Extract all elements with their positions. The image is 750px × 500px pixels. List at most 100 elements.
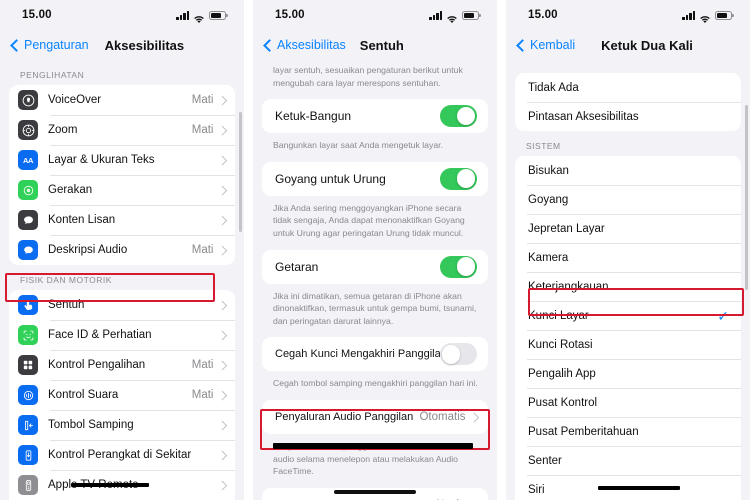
list-item-bisukan[interactable]: Bisukan [515,156,741,185]
apple-tv-remote-icon [18,475,38,495]
list-item[interactable]: Kontrol Pengalihan Mati [9,350,235,380]
spoken-content-icon [18,210,38,230]
redaction-bar-3 [598,486,680,490]
list-item-keterjangkauan[interactable]: Keterjangkauan [515,272,741,301]
back-button-kembali[interactable]: Kembali [516,38,576,52]
nearby-device-icon [18,445,38,465]
list-item-label: Kunci Rotasi [528,338,593,351]
list-item-senter[interactable]: Senter [515,446,741,475]
list-item[interactable]: Kontrol Suara Mati [9,380,235,410]
list-item[interactable]: AA Layar & Ukuran Teks [9,145,235,175]
list-item-pusat-pemberitahuan[interactable]: Pusat Pemberitahuan [515,417,741,446]
setting-label: Penyaluran Audio Panggilan [275,411,414,424]
list-item[interactable]: Kontrol Perangkat di Sekitar [9,440,235,470]
list-item-goyang[interactable]: Goyang [515,185,741,214]
back-label: Kembali [530,38,576,52]
setting-row-getaran[interactable]: Getaran [262,249,488,284]
panel1-scroll-area[interactable]: PENGLIHATAN VoiceOver Mati Zoom Mati AA … [0,60,244,500]
toggle-switch-ketuk-bangun[interactable] [440,105,477,128]
list-item[interactable]: Zoom Mati [9,115,235,145]
list-item-sentuh[interactable]: Sentuh [9,290,235,320]
toggle-switch-cegah-kunci[interactable] [440,343,477,366]
redaction-bar-1 [71,483,149,487]
status-time: 15.00 [275,9,305,21]
section-header-sistem: SISTEM [526,141,561,151]
back-label: Aksesibilitas [277,38,346,52]
phone-panel-sentuh: 15.00 Aksesibilitas Sentuh layar sentuh,… [253,0,497,500]
list-sistem: Bisukan Goyang Jepretan Layar Kamera Ket… [515,156,741,500]
list-item-kunci-layar[interactable]: Kunci Layar ✓ [515,301,741,330]
setting-caption: Bangunkan layar saat Anda mengetuk layar… [273,140,444,151]
panel-gap-1 [244,0,253,500]
list-item[interactable]: Deskripsi Audio Mati [9,235,235,265]
list-item-pengalih-app[interactable]: Pengalih App [515,359,741,388]
list-item-label: Kunci Layar [528,309,589,322]
voiceover-icon [18,90,38,110]
section-header-fisik-dan-motorik: FISIK DAN MOTORIK [20,275,112,285]
list-item-pintasan-aksesibilitas[interactable]: Pintasan Aksesibilitas [515,102,741,131]
list-penglihatan: VoiceOver Mati Zoom Mati AA Layar & Ukur… [9,85,235,265]
scrollbar-indicator-3[interactable] [745,105,748,290]
battery-icon [209,10,228,20]
chevron-right-icon [217,245,227,255]
list-item-pusat-kontrol[interactable]: Pusat Kontrol [515,388,741,417]
list-item-kamera[interactable]: Kamera [515,243,741,272]
list-item[interactable]: VoiceOver Mati [9,85,235,115]
setting-row-goyang-untuk-urung[interactable]: Goyang untuk Urung [262,161,488,196]
status-bar-3: 15.00 [506,0,750,30]
toggle-switch-getaran[interactable] [440,255,477,278]
list-item-label: Pintasan Aksesibilitas [528,110,639,123]
motion-icon [18,180,38,200]
list-item-label: Pusat Pemberitahuan [528,425,639,438]
setting-row-cegah-kunci[interactable]: Cegah Kunci Mengakhiri Panggilan [262,337,488,372]
list-item-label: Gerakan [48,184,93,196]
list-item-label: Deskripsi Audio [48,244,128,256]
voice-control-icon [18,385,38,405]
list-item-kunci-rotasi[interactable]: Kunci Rotasi [515,330,741,359]
list-item-label: Kontrol Perangkat di Sekitar [48,449,192,461]
chevron-right-icon [217,390,227,400]
setting-row-penyaluran-audio[interactable]: Penyaluran Audio Panggilan Otomatis [262,400,488,435]
list-item[interactable]: Konten Lisan [9,205,235,235]
list-item-label: Konten Lisan [48,214,116,226]
setting-row-ketuk-bangun[interactable]: Ketuk-Bangun [262,99,488,134]
back-button-aksesibilitas[interactable]: Aksesibilitas [263,38,346,52]
battery-icon [462,10,481,20]
list-item-label: Tidak Ada [528,81,579,94]
setting-caption: Jika ini dimatikan, semua getaran di iPh… [273,290,477,326]
list-item-label: Zoom [48,124,78,136]
nav-bar-3: Kembali Ketuk Dua Kali [506,30,750,60]
list-item-label: Goyang [528,193,569,206]
status-time: 15.00 [22,9,52,21]
list-item-label: Jepretan Layar [528,222,605,235]
list-item-label: Kontrol Pengalihan [48,359,146,371]
chevron-left-icon [263,38,276,52]
list-item-jepretan-layar[interactable]: Jepretan Layar [515,214,741,243]
face-id-icon [18,325,38,345]
nav-bar-1: Pengaturan Aksesibilitas [0,30,244,60]
list-item-label: VoiceOver [48,94,102,106]
panel3-scroll-area[interactable]: Tidak Ada Pintasan Aksesibilitas SISTEM … [506,60,750,500]
status-icons [682,10,734,23]
list-item-label: Pengalih App [528,367,596,380]
panel2-scroll-area[interactable]: layar sentuh, sesuaikan pengaturan berik… [253,60,497,500]
back-button-pengaturan[interactable]: Pengaturan [10,38,89,52]
page-title-aksesibilitas: Aksesibilitas [104,37,185,53]
list-item[interactable]: Tombol Samping [9,410,235,440]
chevron-right-icon [217,420,227,430]
toggle-switch-goyang-untuk-urung[interactable] [440,167,477,190]
list-item[interactable]: Face ID & Perhatian [9,320,235,350]
status-icons [429,10,481,23]
phone-panel-accessibility: 15.00 Pengaturan Aksesibilitas PENGLIHAT… [0,0,244,500]
list-item-tidak-ada[interactable]: Tidak Ada [515,73,741,102]
list-item-label: Layar & Ukuran Teks [48,154,155,166]
setting-caption: Cegah tombol samping mengakhiri panggila… [273,378,478,389]
nav-bar-2: Aksesibilitas Sentuh [253,30,497,60]
scrollbar-indicator-1[interactable] [239,112,242,232]
list-item-value: Mati [191,94,214,106]
signal-bars-icon [682,10,695,20]
list-item-label: Keterjangkauan [528,280,609,293]
back-label: Pengaturan [24,38,89,52]
checkmark-icon: ✓ [717,307,729,324]
list-item[interactable]: Gerakan [9,175,235,205]
